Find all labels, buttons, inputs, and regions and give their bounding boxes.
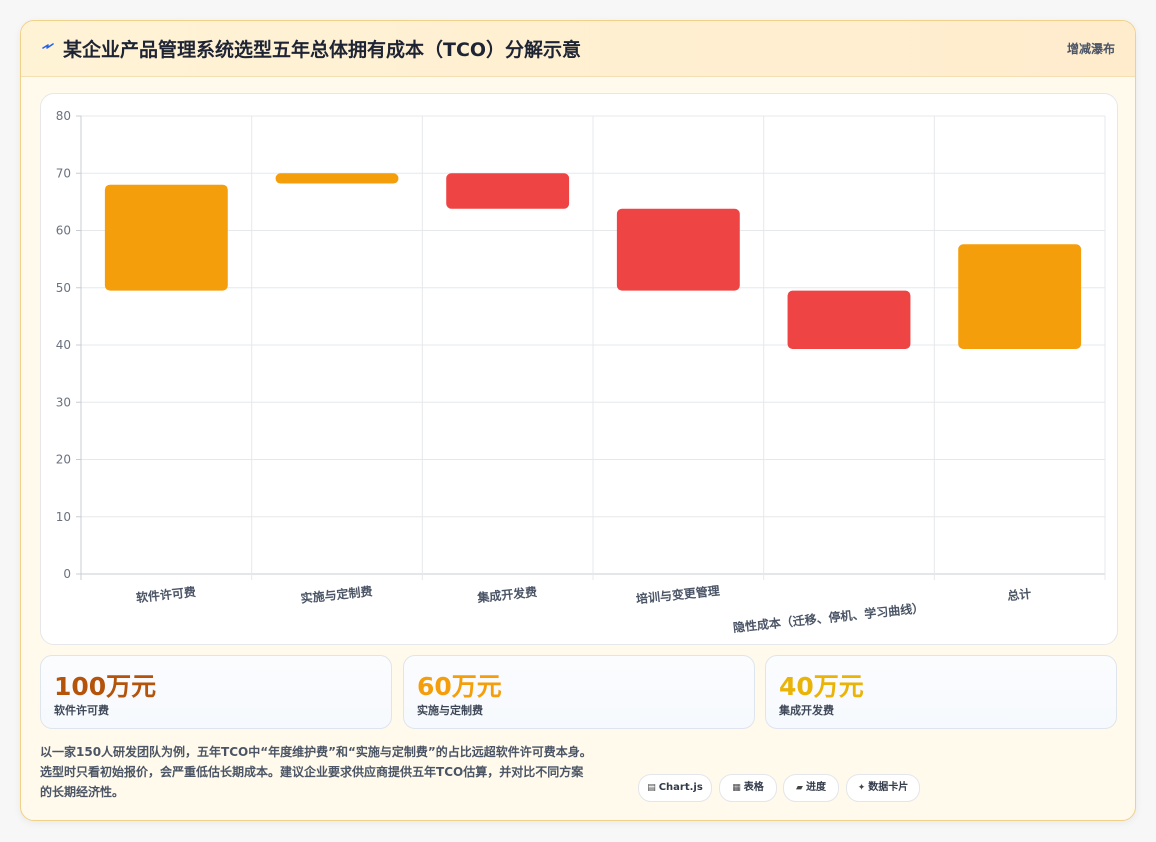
y-tick-label: 80	[56, 109, 71, 123]
y-tick-label: 50	[56, 281, 71, 295]
stat-card-integration: 40万元 集成开发费	[765, 655, 1117, 729]
x-tick-label: 集成开发费	[476, 584, 538, 605]
waterfall-chart: 0 10 20 30 40 50 60 70 80 软件许可费 实施与定制费 集成开发费 培训与变更管理…	[56, 109, 1106, 635]
chart-card: 某企业产品管理系统选型五年总体拥有成本（TCO）分解示意 增减瀑布 0 10 20 3…	[20, 20, 1136, 821]
note-line: 选型时只看初始报价，会严重低估长期成本。建议企业要求供应商提供五年TCO估算，并…	[40, 765, 584, 779]
note-line: 以一家150人研发团队为例，五年TCO中“年度维护费”和“实施与定制费”的占比远…	[40, 745, 592, 759]
card-header: 某企业产品管理系统选型五年总体拥有成本（TCO）分解示意 增减瀑布	[21, 21, 1135, 77]
x-tick-label: 软件许可费	[135, 584, 196, 605]
y-tick-label: 30	[56, 395, 71, 409]
stat-label: 实施与定制费	[417, 704, 483, 717]
y-tick-label: 40	[56, 338, 71, 352]
chart-type-tag[interactable]: 增减瀑布	[1067, 40, 1115, 57]
chart-icon: ▤	[647, 783, 656, 793]
y-tick-label: 20	[56, 453, 71, 467]
chip-label: 表格	[743, 782, 764, 793]
waterfall-bar	[616, 208, 740, 291]
waterfall-bar	[446, 173, 570, 209]
chip-label: Chart.js	[658, 782, 703, 793]
note-line: 的长期经济性。	[40, 785, 125, 799]
progress-icon: ▰	[796, 783, 803, 793]
stat-value: 40万元	[779, 672, 864, 701]
chip-label: 数据卡片	[868, 782, 909, 793]
x-tick-label: 实施与定制费	[300, 583, 373, 605]
waterfall-bar	[275, 173, 399, 184]
chip-label: 进度	[805, 782, 826, 793]
lightning-icon	[41, 39, 57, 55]
chip-chartjs[interactable]: ▤ Chart.js	[638, 774, 712, 802]
stat-card-implementation: 60万元 实施与定制费	[403, 655, 755, 729]
y-tick-label: 10	[56, 510, 71, 524]
x-tick-label: 总计	[1006, 586, 1031, 603]
stat-value: 100万元	[54, 672, 157, 701]
y-tick-label: 60	[56, 224, 71, 238]
chart-area: 0 10 20 30 40 50 60 70 80 软件许可费 实施与定制费 集成开发费 培训与变更管理…	[40, 93, 1118, 645]
x-tick-label: 隐性成本（迁移、停机、学习曲线）	[732, 600, 925, 635]
waterfall-bar	[104, 184, 228, 291]
table-icon: ▦	[732, 783, 741, 793]
waterfall-bar	[958, 244, 1082, 350]
x-tick-label: 培训与变更管理	[635, 583, 720, 607]
chip-table[interactable]: ▦ 表格	[719, 774, 777, 802]
stat-card-license: 100万元 软件许可费	[40, 655, 392, 729]
chip-data-card[interactable]: ✦ 数据卡片	[846, 774, 920, 802]
page-title: 某企业产品管理系统选型五年总体拥有成本（TCO）分解示意	[63, 39, 582, 61]
chip-progress[interactable]: ▰ 进度	[783, 774, 839, 802]
summary-note: 以一家150人研发团队为例，五年TCO中“年度维护费”和“实施与定制费”的占比远…	[40, 742, 640, 802]
stat-label: 软件许可费	[54, 704, 109, 717]
y-tick-label: 70	[56, 166, 71, 180]
y-tick-label: 0	[63, 567, 71, 581]
sparkle-icon: ✦	[857, 783, 866, 793]
stat-value: 60万元	[417, 672, 502, 701]
stat-label: 集成开发费	[779, 704, 834, 717]
waterfall-bar	[787, 290, 911, 350]
